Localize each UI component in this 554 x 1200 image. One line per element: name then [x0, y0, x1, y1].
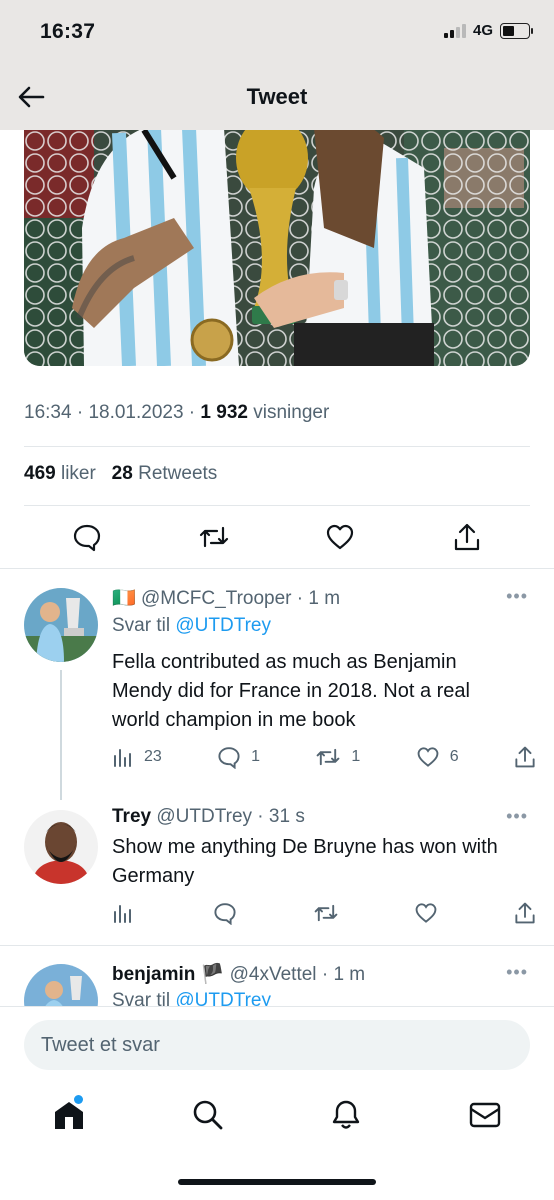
bell-icon	[333, 1100, 360, 1129]
share-icon	[454, 523, 479, 551]
like-button[interactable]: 6	[416, 746, 459, 768]
heart-icon	[327, 524, 354, 550]
like-button[interactable]	[414, 902, 444, 924]
analytics-icon	[114, 749, 131, 767]
thread-line	[60, 670, 62, 800]
reply-header: 🇮🇪 @MCFC_Trooper · 1 m	[112, 588, 341, 609]
reply-actions: 23 1 1 6	[112, 745, 536, 769]
tweet-stats: 469 liker 28 Retweets	[24, 463, 217, 485]
reply-actions	[112, 901, 536, 925]
signal-icon	[443, 23, 466, 38]
tab-home[interactable]	[49, 1095, 89, 1135]
tweet-timestamp: 16:34 · 18.01.2023 · 1 932 visninger	[24, 402, 330, 423]
status-indicators: 4G	[443, 22, 533, 39]
comment-icon	[213, 903, 236, 925]
retweet-button[interactable]: 1	[315, 745, 360, 769]
views-button[interactable]	[112, 902, 142, 924]
tweet-photo[interactable]	[24, 108, 530, 366]
flag-icon: 🇮🇪	[112, 588, 136, 609]
top-bar: 16:37 4G Tweet	[0, 0, 554, 130]
likes-link[interactable]: 469 liker	[24, 463, 96, 484]
reply-time: 1 m	[308, 588, 341, 609]
retweet-button[interactable]	[313, 901, 343, 925]
reply-text: Show me anything De Bruyne has won with …	[112, 836, 498, 887]
reply-author-name[interactable]: Trey	[112, 806, 151, 827]
tab-messages[interactable]	[465, 1095, 505, 1135]
home-icon	[55, 1102, 84, 1129]
analytics-icon	[114, 905, 131, 923]
heart-icon	[415, 903, 436, 923]
replying-to: Svar til @UTDTrey	[112, 615, 271, 636]
avatar[interactable]	[24, 588, 98, 662]
divider	[24, 446, 530, 447]
more-options-icon[interactable]: •••	[506, 806, 528, 827]
reply-handle[interactable]: @MCFC_Trooper	[141, 588, 292, 609]
reply-button[interactable]: 1	[217, 745, 260, 769]
reply-time: 1 m	[333, 964, 366, 985]
reply-author-name[interactable]: benjamin	[112, 964, 195, 985]
retweet-icon	[317, 748, 340, 766]
reply-handle[interactable]: @4xVettel	[230, 964, 317, 985]
reply-handle[interactable]: @UTDTrey	[156, 806, 252, 827]
views-button[interactable]: 23	[112, 746, 162, 768]
reply-header: Trey @UTDTrey · 31 s	[112, 806, 305, 827]
mail-icon	[469, 1102, 500, 1128]
reply-text: Fella contributed as much as Benjamin Me…	[112, 651, 470, 731]
status-time: 16:37	[40, 20, 96, 43]
reply-compose-input[interactable]: Tweet et svar	[24, 1020, 530, 1070]
mention-link[interactable]: @UTDTrey	[175, 615, 271, 636]
share-icon	[515, 902, 535, 924]
retweets-link[interactable]: 28 Retweets	[112, 463, 218, 484]
reply-header: benjamin 🏴 @4xVettel · 1 m	[112, 964, 366, 985]
tab-bar	[0, 1095, 554, 1135]
reply-time: 31 s	[268, 806, 305, 827]
avatar[interactable]	[24, 810, 98, 884]
retweet-icon	[314, 904, 338, 922]
reply-button[interactable]	[70, 520, 104, 554]
flag-icon: 🏴	[200, 964, 225, 985]
more-options-icon[interactable]: •••	[506, 586, 528, 607]
divider	[0, 568, 554, 569]
reply-button[interactable]	[213, 901, 243, 925]
page-title: Tweet	[246, 84, 308, 109]
tab-notifications[interactable]	[326, 1095, 366, 1135]
network-type: 4G	[472, 22, 493, 39]
share-button[interactable]	[450, 520, 484, 554]
battery-icon	[500, 22, 533, 39]
comment-icon	[74, 524, 101, 552]
like-button[interactable]	[323, 520, 357, 554]
views-count: 1 932	[200, 402, 248, 423]
home-indicator	[178, 1179, 376, 1185]
search-icon	[193, 1100, 223, 1130]
tweet-action-bar	[24, 520, 530, 554]
retweet-icon	[199, 526, 228, 548]
divider	[24, 505, 530, 506]
share-icon	[515, 746, 535, 768]
tab-search[interactable]	[188, 1095, 228, 1135]
heart-icon	[417, 747, 439, 767]
divider	[0, 945, 554, 946]
retweet-button[interactable]	[197, 520, 231, 554]
more-options-icon[interactable]: •••	[506, 962, 528, 983]
comment-icon	[218, 747, 240, 769]
share-button[interactable]	[514, 901, 536, 925]
share-button[interactable]	[514, 745, 536, 769]
